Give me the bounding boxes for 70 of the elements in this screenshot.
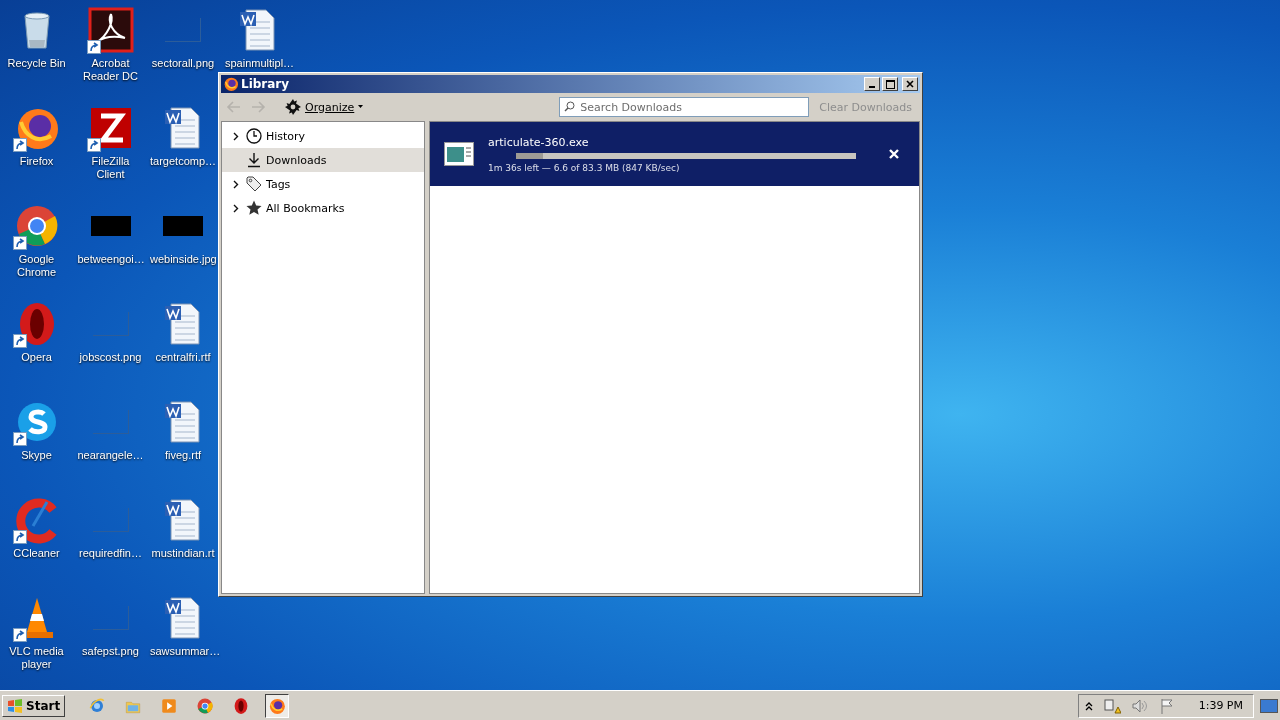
icon-label[interactable]: centralfri.rtf	[155, 351, 211, 364]
icon-label[interactable]: safepst.png	[82, 645, 139, 658]
chevron-icon[interactable]	[233, 179, 239, 189]
image-thumbnail-icon	[163, 216, 203, 236]
play-icon	[160, 696, 179, 715]
gear-icon	[285, 99, 301, 115]
chevron-up-icon[interactable]	[1084, 700, 1093, 711]
search-field[interactable]: Search Downloads	[559, 97, 810, 117]
icon-label[interactable]: Recycle Bin	[7, 57, 66, 70]
icon-label[interactable]: Opera	[21, 351, 52, 364]
icon-label[interactable]: fiveg.rtf	[164, 449, 202, 462]
sidebar-item[interactable]: History	[222, 124, 424, 148]
minimize-button[interactable]	[864, 77, 880, 91]
window-title: Library	[241, 77, 291, 91]
search-icon	[564, 101, 576, 112]
sidebar-item[interactable]: Downloads	[222, 148, 424, 172]
icon-label[interactable]: betweengoi…	[77, 253, 144, 266]
download-status: 1m 36s left — 6.6 of 83.3 MB (847 KB/sec)	[488, 162, 681, 173]
download-icon	[246, 152, 262, 168]
image-thumbnail-icon	[92, 606, 129, 630]
icon-label[interactable]: jobscost.png	[79, 351, 142, 364]
chevron-icon[interactable]	[233, 203, 239, 213]
document-swirl-icon	[86, 6, 135, 54]
globe-fox-icon	[223, 76, 239, 92]
icon-label[interactable]: targetcomp…	[150, 155, 216, 168]
sidebar-item[interactable]: Tags	[222, 172, 424, 196]
network-warning-icon[interactable]	[1102, 697, 1121, 714]
maximize-button[interactable]	[882, 77, 898, 91]
globe-e-icon	[88, 696, 107, 715]
icon-label[interactable]: CCleaner	[13, 547, 60, 560]
clock[interactable]: 1:39 PM	[1198, 699, 1243, 712]
maximize-icon	[885, 79, 895, 89]
taskbar-app-button[interactable]	[265, 693, 290, 718]
organize-button[interactable]: Organize	[281, 97, 368, 117]
icon-label[interactable]: requiredfin…	[79, 547, 142, 560]
icon-label[interactable]: Skype	[21, 449, 52, 462]
icon-label[interactable]: mustindian.rt	[151, 547, 215, 560]
star-icon	[246, 200, 262, 216]
icon-label[interactable]: FileZilla Client	[80, 155, 141, 181]
image-thumbnail-icon	[92, 312, 129, 336]
speaker-icon[interactable]	[1130, 697, 1149, 714]
start-button[interactable]: Start	[2, 694, 66, 717]
show-desktop-icon[interactable]	[1260, 698, 1278, 713]
close-icon	[906, 80, 914, 88]
icon-label[interactable]: VLC media player	[6, 645, 67, 671]
clock-icon	[246, 128, 262, 144]
close-button[interactable]	[902, 77, 918, 91]
icon-label[interactable]: webinside.jpg	[150, 253, 216, 266]
image-thumbnail-icon	[92, 410, 129, 434]
image-thumbnail-icon	[165, 18, 201, 42]
application-file-icon	[444, 142, 474, 166]
close-icon	[889, 149, 899, 159]
windows-logo-icon	[7, 698, 23, 713]
icon-label[interactable]: Firefox	[19, 155, 54, 168]
chevron-icon[interactable]	[233, 131, 239, 141]
sidebar-item[interactable]: All Bookmarks	[222, 196, 424, 220]
caret-icon	[358, 105, 364, 109]
file-name: articulate-360.exe	[488, 135, 590, 149]
globe-fox-icon	[268, 696, 287, 715]
icon-label[interactable]: nearangele…	[77, 449, 144, 462]
tag-icon	[246, 176, 262, 192]
flag-icon[interactable]	[1158, 697, 1175, 714]
icon-label[interactable]: sectorall.png	[151, 57, 215, 70]
download-item[interactable]: articulate-360.exe 1m 36s left — 6.6 of 83.3 MB (847 KB/sec)	[430, 122, 919, 186]
icon-label[interactable]: spainmultipl…	[225, 57, 291, 70]
image-thumbnail-icon	[92, 508, 129, 532]
round-browser-icon	[196, 696, 215, 715]
icon-label[interactable]: Google Chrome	[6, 253, 67, 279]
icon-label[interactable]: Acrobat Reader DC	[80, 57, 141, 83]
image-thumbnail-icon	[90, 216, 131, 236]
